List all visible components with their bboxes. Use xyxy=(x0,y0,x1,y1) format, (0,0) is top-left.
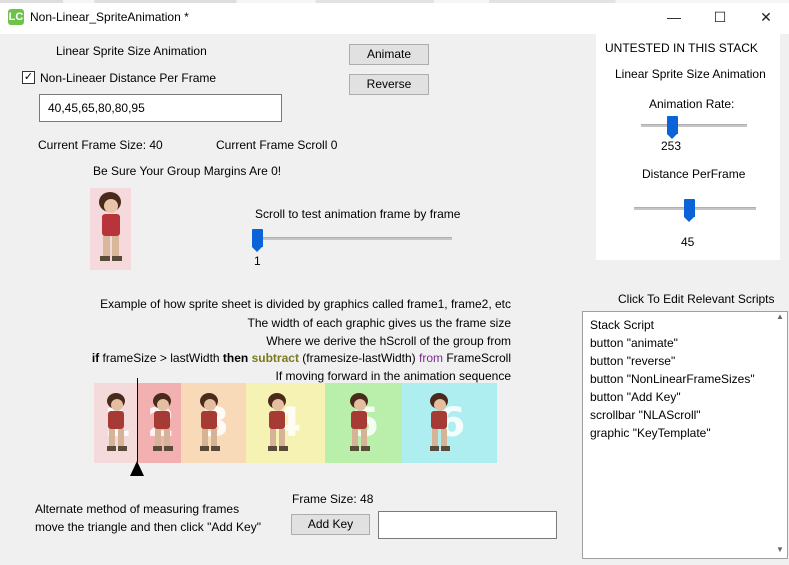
scripts-title: Click To Edit Relevant Scripts xyxy=(618,292,775,306)
sprite-preview xyxy=(90,188,131,270)
sprite-character-icon xyxy=(100,391,130,453)
alternate-method-line-1: Alternate method of measuring frames xyxy=(35,502,240,516)
script-item-nlascroll[interactable]: scrollbar "NLAScroll" xyxy=(590,406,780,424)
sprite-character-icon xyxy=(261,391,291,453)
alternate-method-line-2: move the triangle and then click "Add Ke… xyxy=(35,520,261,534)
explain-line-2: The width of each graphic gives us the f… xyxy=(247,316,511,330)
app-logo-icon: LC xyxy=(8,9,24,25)
key-value-field[interactable] xyxy=(378,511,557,539)
script-item-add-key[interactable]: button "Add Key" xyxy=(590,388,780,406)
animation-rate-label: Animation Rate: xyxy=(649,97,735,111)
current-frame-scroll: Current Frame Scroll 0 xyxy=(216,138,338,152)
right-heading: Linear Sprite Size Animation xyxy=(615,67,766,81)
distance-per-frame-value: 45 xyxy=(681,235,695,249)
add-key-button[interactable]: Add Key xyxy=(291,514,370,535)
window-title: Non-Linear_SpriteAnimation * xyxy=(30,10,189,24)
explain-line-3: Where we derive the hScroll of the group… xyxy=(266,334,511,348)
rate-slider-thumb[interactable] xyxy=(666,116,678,139)
script-item-keytemplate[interactable]: graphic "KeyTemplate" xyxy=(590,424,780,442)
margins-note: Be Sure Your Group Margins Are 0! xyxy=(93,164,282,178)
nla-scrollbar-thumb[interactable] xyxy=(252,229,263,252)
sprite-character-icon xyxy=(146,391,176,453)
untested-label: UNTESTED IN THIS STACK xyxy=(605,41,758,55)
distance-values-field[interactable]: 40,45,65,80,80,95 xyxy=(39,94,282,122)
script-item-nonlinear[interactable]: button "NonLinearFrameSizes" xyxy=(590,370,780,388)
distance-slider-track[interactable] xyxy=(634,207,756,210)
frame-size-label: Frame Size: 48 xyxy=(292,492,374,506)
keyword-subtract: subtract xyxy=(248,351,299,365)
distance-slider-thumb[interactable] xyxy=(683,199,695,222)
code-part-c: FrameScroll xyxy=(442,351,511,365)
keyword-then: then xyxy=(222,351,249,365)
explain-line-1: Example of how sprite sheet is divided b… xyxy=(100,297,511,311)
scroll-label: Scroll to test animation frame by frame xyxy=(255,207,461,221)
script-item-stack[interactable]: Stack Script xyxy=(590,316,780,334)
scroll-value: 1 xyxy=(254,254,261,268)
distance-per-frame-label: Distance PerFrame xyxy=(642,167,746,181)
key-marker-triangle-icon[interactable] xyxy=(130,461,144,476)
scroll-up-icon[interactable]: ▲ xyxy=(776,313,786,321)
keyword-from: from xyxy=(418,351,443,365)
code-part-b: (framesize-lastWidth) xyxy=(298,351,419,365)
current-frame-size: Current Frame Size: 40 xyxy=(38,138,163,152)
scroll-down-icon[interactable]: ▼ xyxy=(776,546,786,554)
rate-slider-track[interactable] xyxy=(641,124,747,127)
code-part-a: frameSize > lastWidth xyxy=(99,351,223,365)
nonlinear-checkbox[interactable]: ✓ xyxy=(22,71,35,84)
sprite-character-icon xyxy=(99,192,122,261)
nonlinear-checkbox-label[interactable]: Non-Lineaer Distance Per Frame xyxy=(40,71,216,85)
script-list[interactable]: Stack Script button "animate" button "re… xyxy=(582,311,788,559)
reverse-button[interactable]: Reverse xyxy=(349,74,429,95)
minimize-button[interactable]: — xyxy=(651,0,697,34)
close-button[interactable]: ✕ xyxy=(743,0,789,34)
script-item-animate[interactable]: button "animate" xyxy=(590,334,780,352)
heading-linear-sprite: Linear Sprite Size Animation xyxy=(56,44,207,58)
key-marker-line[interactable] xyxy=(137,378,138,462)
sprite-character-icon xyxy=(193,391,223,453)
explain-line-5: If moving forward in the animation seque… xyxy=(275,369,511,383)
animate-button[interactable]: Animate xyxy=(349,44,429,65)
sprite-character-icon xyxy=(343,391,373,453)
nla-scrollbar-track[interactable] xyxy=(252,237,452,240)
sprite-character-icon xyxy=(423,391,453,453)
animation-rate-value: 253 xyxy=(661,139,682,153)
maximize-button[interactable]: ☐ xyxy=(697,0,743,34)
explain-line-4: if frameSize > lastWidth then subtract (… xyxy=(92,351,511,365)
check-icon: ✓ xyxy=(23,71,34,83)
script-item-reverse[interactable]: button "reverse" xyxy=(590,352,780,370)
